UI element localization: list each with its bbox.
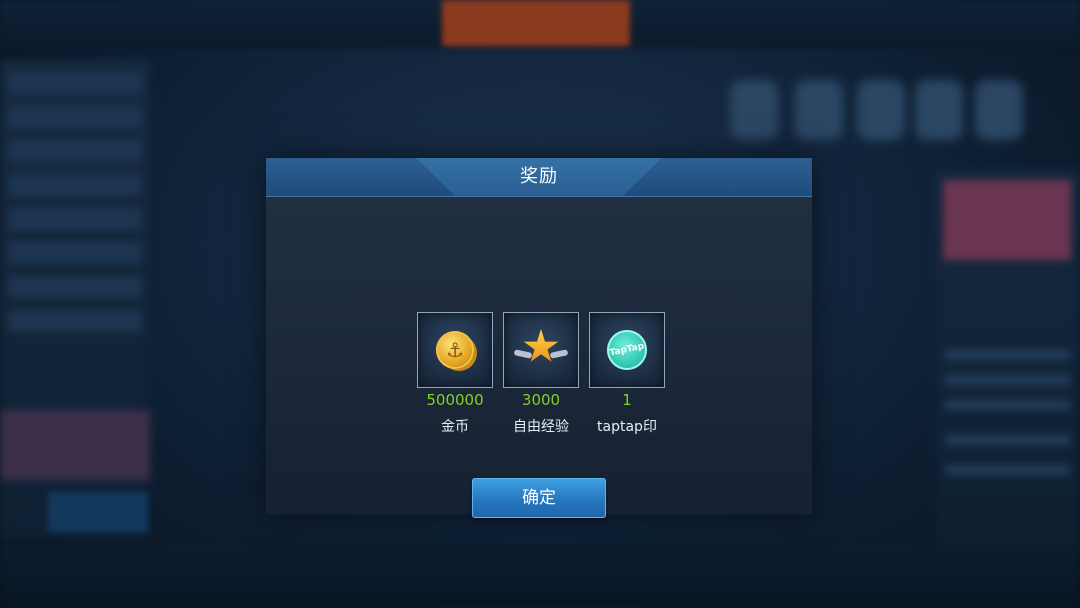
- reward-slot[interactable]: ⚓: [417, 312, 493, 388]
- star-exp-icon: [513, 325, 569, 375]
- taptap-seal-icon: TapTap: [607, 330, 647, 370]
- reward-name: 自由经验: [513, 419, 569, 435]
- reward-name: taptap印: [597, 419, 657, 435]
- dialog-header: 奖励: [266, 158, 812, 197]
- reward-name: 金币: [441, 419, 469, 435]
- top-bar: [0, 0, 1080, 48]
- reward-amount: 3000: [521, 391, 561, 409]
- reward-amount: 1: [622, 391, 632, 409]
- reward-slot[interactable]: [503, 312, 579, 388]
- dialog-body: ⚓ 500000 金币 3000 自由经验 TapTap 1 taptap印 确…: [266, 196, 812, 518]
- reward-item-gold: ⚓ 500000 金币: [417, 312, 493, 436]
- reward-item-free-exp: 3000 自由经验: [503, 312, 579, 436]
- reward-item-taptap-seal: TapTap 1 taptap印: [589, 312, 665, 436]
- reward-slot[interactable]: TapTap: [589, 312, 665, 388]
- dialog-title: 奖励: [520, 166, 558, 187]
- reward-dialog: 奖励 ⚓ 500000 金币 3000 自由经验 TapTap 1 taptap…: [266, 158, 812, 518]
- reward-amount: 500000: [426, 391, 484, 409]
- gold-coin-icon: ⚓: [436, 331, 474, 369]
- left-panel: [0, 60, 150, 540]
- reward-list: ⚓ 500000 金币 3000 自由经验 TapTap 1 taptap印: [417, 312, 667, 442]
- right-panel: [935, 170, 1080, 550]
- confirm-button[interactable]: 确定: [472, 478, 606, 518]
- bottom-bar: [0, 492, 1080, 608]
